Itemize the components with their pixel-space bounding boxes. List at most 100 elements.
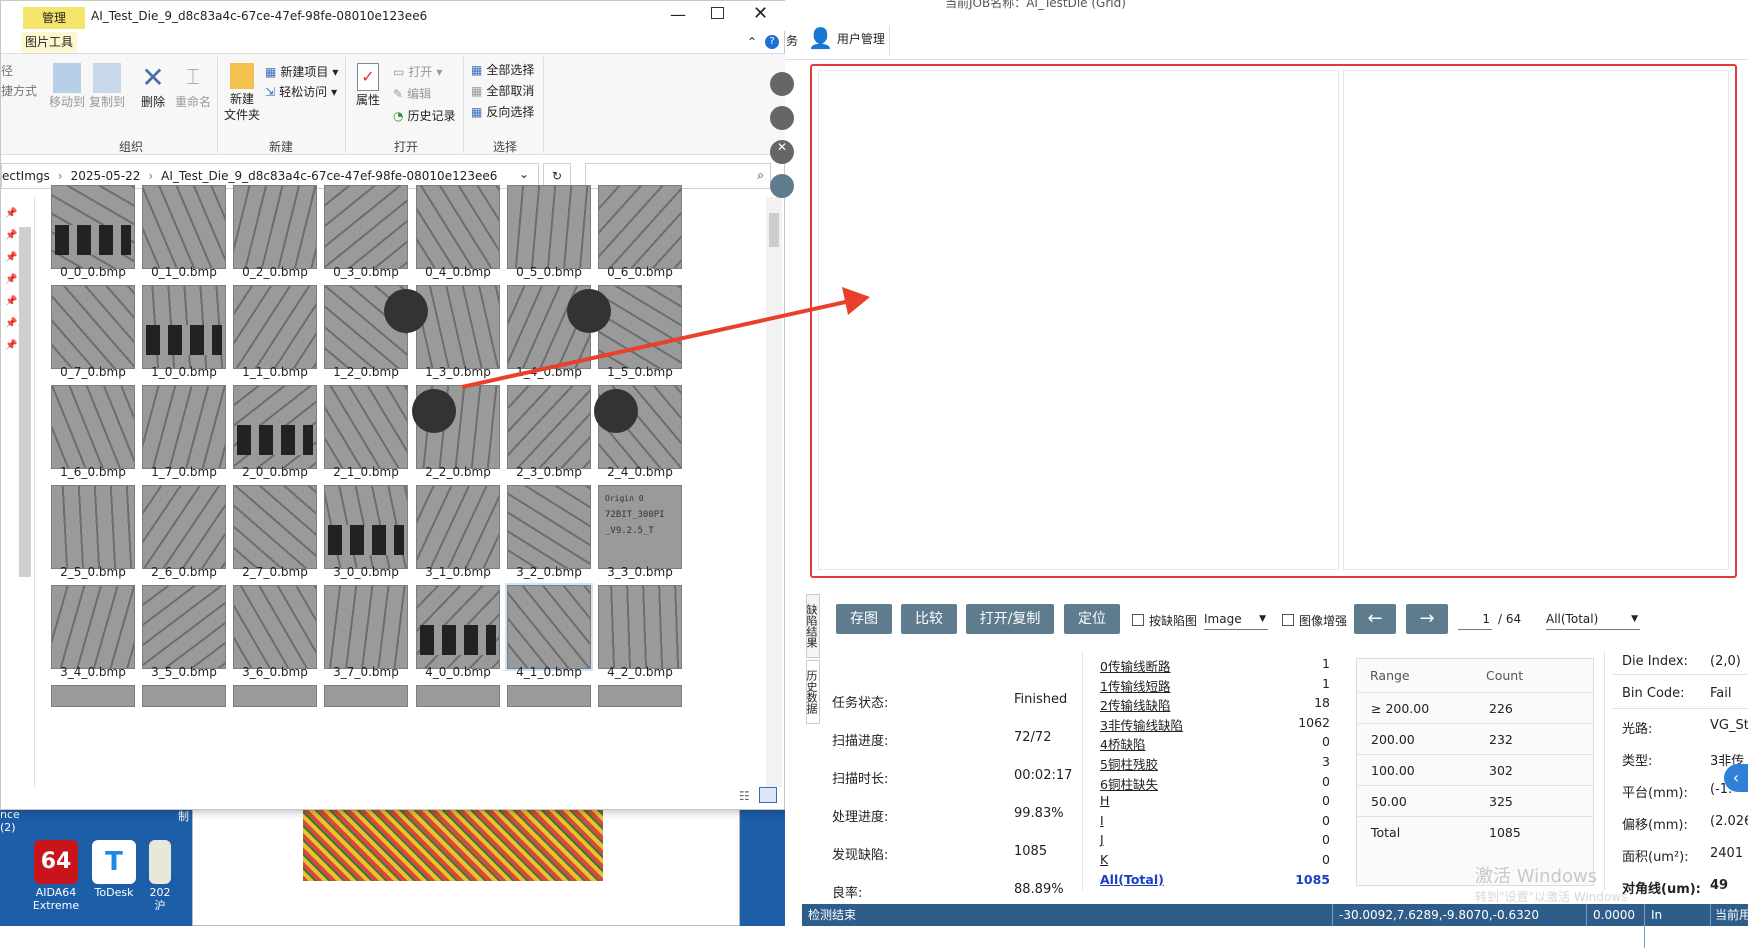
file-name[interactable]: 4_1_0.bmp xyxy=(499,665,599,679)
locate-button[interactable]: 定位 xyxy=(1064,604,1120,634)
defect-class-name[interactable]: 1传输线短路 xyxy=(1100,679,1170,694)
tab-picture-tools[interactable]: 图片工具 xyxy=(21,32,77,52)
file-name[interactable]: 2_1_0.bmp xyxy=(316,465,416,479)
file-thumbnail[interactable] xyxy=(416,685,500,707)
defect-class-row[interactable]: K0 xyxy=(1100,852,1330,867)
save-image-button[interactable]: 存图 xyxy=(836,604,892,634)
close-icon[interactable]: ✕ xyxy=(753,3,768,24)
file-thumbnail[interactable] xyxy=(233,285,317,369)
file-name[interactable]: 2_4_0.bmp xyxy=(590,465,690,479)
file-name[interactable]: 0_5_0.bmp xyxy=(499,265,599,279)
file-thumbnail[interactable] xyxy=(416,485,500,569)
image-viewer[interactable] xyxy=(810,64,1737,578)
file-thumbnail[interactable] xyxy=(324,385,408,469)
file-thumbnail[interactable] xyxy=(51,585,135,669)
history-button[interactable]: ◔ 历史记录 xyxy=(393,107,456,124)
file-name[interactable]: 2_3_0.bmp xyxy=(499,465,599,479)
file-thumbnail[interactable] xyxy=(142,385,226,469)
tab-defect-results[interactable]: 缺陷结果 xyxy=(805,594,820,658)
file-name[interactable]: 3_0_0.bmp xyxy=(316,565,416,579)
defect-class-name[interactable]: H xyxy=(1100,793,1109,808)
defect-class-name[interactable]: 0传输线断路 xyxy=(1100,659,1170,674)
defect-class-name[interactable]: 2传输线缺陷 xyxy=(1100,698,1170,713)
desktop-icon-aida64[interactable]: 64 AIDA64 Extreme xyxy=(26,840,86,912)
file-name[interactable]: 3_1_0.bmp xyxy=(408,565,508,579)
easy-access-button[interactable]: ⇲ 轻松访问 ▾ xyxy=(265,83,337,100)
defect-class-row[interactable]: I0 xyxy=(1100,813,1330,828)
file-name[interactable]: 0_4_0.bmp xyxy=(408,265,508,279)
file-name[interactable]: 3_4_0.bmp xyxy=(43,665,143,679)
edit-button[interactable]: ✎ 编辑 xyxy=(393,85,431,102)
file-name[interactable]: 0_6_0.bmp xyxy=(590,265,690,279)
reference-image-pane[interactable] xyxy=(818,70,1339,570)
file-name[interactable]: 1_1_0.bmp xyxy=(225,365,325,379)
user-management-button[interactable]: 👤 用户管理 xyxy=(808,26,885,50)
file-thumbnail[interactable] xyxy=(233,485,317,569)
file-name[interactable]: 3_7_0.bmp xyxy=(316,665,416,679)
collapse-panel-icon[interactable]: ‹ xyxy=(1724,764,1748,792)
file-thumbnail[interactable] xyxy=(507,685,591,707)
next-button[interactable]: → xyxy=(1406,604,1448,634)
file-name[interactable]: 3_5_0.bmp xyxy=(134,665,234,679)
defect-image-checkbox[interactable] xyxy=(1132,614,1144,626)
defect-class-row[interactable]: 2传输线缺陷 18 xyxy=(1100,695,1330,714)
defect-class-name[interactable]: 3非传输线缺陷 xyxy=(1100,718,1183,733)
select-none-button[interactable]: ▦ 全部取消 xyxy=(471,82,534,99)
file-thumbnail[interactable] xyxy=(51,485,135,569)
defect-class-row[interactable]: 0传输线断路 1 xyxy=(1100,656,1330,675)
minimize-icon[interactable]: — xyxy=(670,5,686,24)
defect-class-row[interactable]: 4桥缺陷 0 xyxy=(1100,734,1330,753)
chevron-up-icon[interactable]: ⌃ xyxy=(747,35,757,49)
move-to-button[interactable]: 移动到 xyxy=(47,63,87,110)
chevron-down-icon[interactable]: ⌄ xyxy=(519,167,529,181)
defect-class-name[interactable]: J xyxy=(1100,832,1104,847)
defect-class-name[interactable]: K xyxy=(1100,852,1108,867)
file-name[interactable]: 2_7_0.bmp xyxy=(225,565,325,579)
file-thumbnail[interactable] xyxy=(324,185,408,269)
image-select[interactable]: Image ▼ xyxy=(1204,608,1268,630)
file-name[interactable]: 0_3_0.bmp xyxy=(316,265,416,279)
invert-selection-button[interactable]: ▦ 反向选择 xyxy=(471,103,534,120)
maximize-icon[interactable] xyxy=(711,7,724,19)
file-name[interactable]: 2_0_0.bmp xyxy=(225,465,325,479)
copy-to-button[interactable]: 复制到 xyxy=(87,63,127,110)
file-thumbnail[interactable] xyxy=(505,583,593,671)
file-name[interactable]: 2_5_0.bmp xyxy=(43,565,143,579)
open-copy-button[interactable]: 打开/复制 xyxy=(966,604,1054,634)
defect-class-name[interactable]: I xyxy=(1100,813,1104,828)
file-thumbnail[interactable] xyxy=(324,585,408,669)
defect-class-row[interactable]: H0 xyxy=(1100,793,1330,808)
file-name[interactable]: 1_0_0.bmp xyxy=(134,365,234,379)
file-name[interactable]: 3_6_0.bmp xyxy=(225,665,325,679)
file-thumbnail[interactable] xyxy=(142,585,226,669)
tool-icon[interactable] xyxy=(770,72,794,96)
file-name[interactable]: 1_2_0.bmp xyxy=(316,365,416,379)
file-name[interactable]: 0_2_0.bmp xyxy=(225,265,325,279)
desktop-icon-partial[interactable]: 202 沪 xyxy=(140,840,180,912)
open-button[interactable]: ▭ 打开 ▾ xyxy=(393,63,442,80)
file-thumbnail[interactable] xyxy=(51,685,135,707)
file-thumbnail[interactable] xyxy=(142,485,226,569)
defect-image-pane[interactable] xyxy=(1343,70,1729,570)
file-thumbnail[interactable] xyxy=(598,185,682,269)
help-icon[interactable]: ? xyxy=(765,35,779,49)
file-name[interactable]: 1_7_0.bmp xyxy=(134,465,234,479)
breadcrumb-item[interactable]: ectImgs xyxy=(2,169,50,183)
file-name[interactable]: 3_2_0.bmp xyxy=(499,565,599,579)
select-all-button[interactable]: ▦ 全部选择 xyxy=(471,61,534,78)
grid-icon[interactable] xyxy=(770,106,794,130)
file-name[interactable]: 0_1_0.bmp xyxy=(134,265,234,279)
defect-class-row[interactable]: 6铜柱缺失 0 xyxy=(1100,774,1330,793)
defect-class-name[interactable]: 4桥缺陷 xyxy=(1100,737,1145,752)
file-thumbnail[interactable] xyxy=(51,385,135,469)
layers-icon[interactable] xyxy=(770,174,794,198)
file-thumbnail[interactable] xyxy=(51,285,135,369)
file-name[interactable]: 2_2_0.bmp xyxy=(408,465,508,479)
file-name[interactable]: 2_6_0.bmp xyxy=(134,565,234,579)
file-name[interactable]: 0_0_0.bmp xyxy=(43,265,143,279)
prev-button[interactable]: ← xyxy=(1354,604,1396,634)
defect-class-row[interactable]: 3非传输线缺陷 1062 xyxy=(1100,715,1330,734)
breadcrumb-item[interactable]: 2025-05-22 xyxy=(71,169,141,183)
file-thumbnail[interactable] xyxy=(598,685,682,707)
defect-filter-select[interactable]: All(Total) ▼ xyxy=(1546,608,1640,630)
